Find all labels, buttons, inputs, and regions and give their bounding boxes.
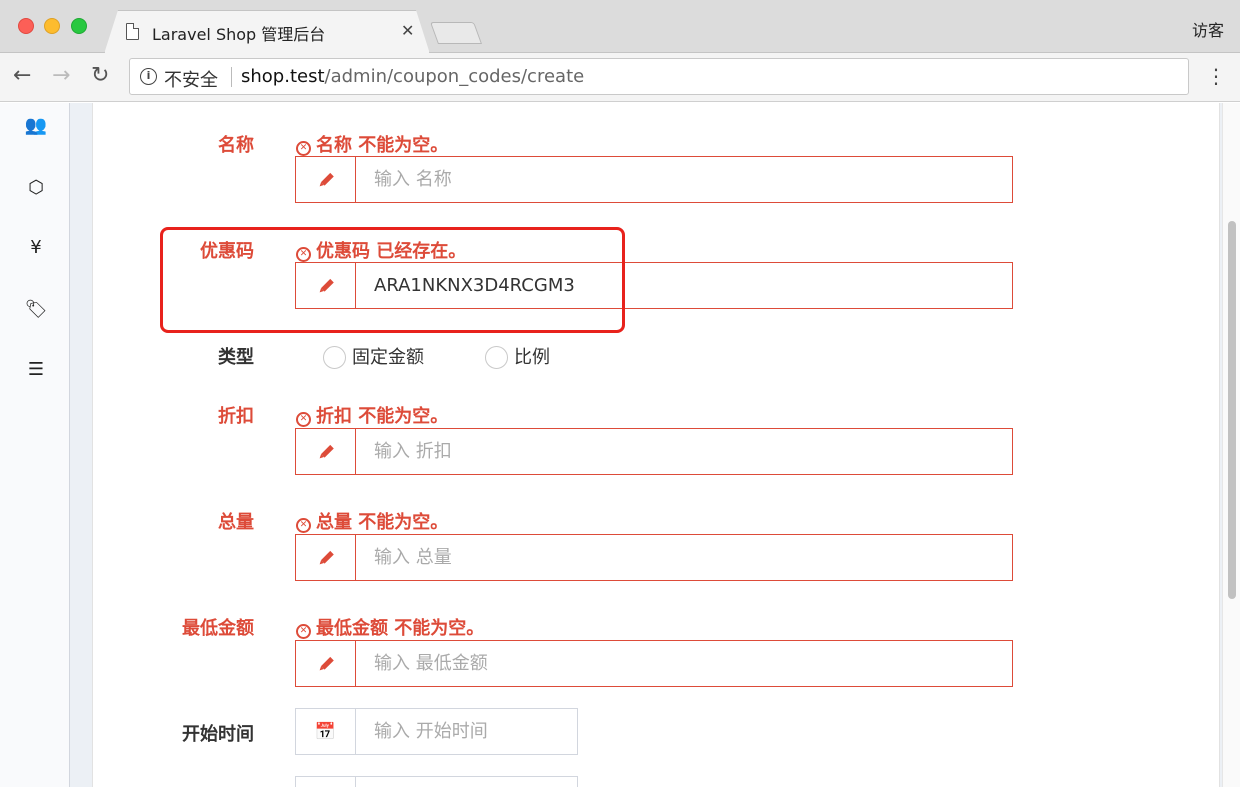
name-input[interactable]: 输入 名称 [355, 156, 1013, 203]
type-label: 类型 [218, 347, 254, 368]
pencil-icon [295, 640, 356, 687]
tab-bar: Laravel Shop 管理后台 ✕ 访客 [0, 0, 1240, 53]
error-icon: ✕ [296, 518, 311, 533]
error-icon: ✕ [296, 624, 311, 639]
security-label[interactable]: 不安全 [164, 66, 218, 92]
not-after-input-group [295, 776, 578, 787]
min-amount-input-group: 输入 最低金额 [295, 640, 1013, 687]
value-input[interactable]: 输入 折扣 [355, 428, 1013, 475]
total-input[interactable]: 输入 总量 [355, 534, 1013, 581]
type-option-fixed-label: 固定金额 [352, 347, 424, 368]
value-error-text: 折扣 不能为空。 [316, 406, 449, 427]
url-host: shop.test [241, 66, 325, 87]
type-option-percent[interactable]: 比例 [485, 343, 550, 369]
total-input-group: 输入 总量 [295, 534, 1013, 581]
highlight-box [160, 227, 625, 333]
name-error-text: 名称 不能为空。 [316, 135, 449, 156]
forward-icon[interactable]: → [52, 63, 70, 89]
name-input-group: 输入 名称 [295, 156, 1013, 203]
type-option-fixed[interactable]: 固定金额 [323, 343, 424, 369]
total-label: 总量 [218, 512, 254, 533]
minimize-window-button[interactable] [44, 18, 60, 34]
url-path: /admin/coupon_codes/create [324, 66, 585, 87]
scrollbar-thumb[interactable] [1228, 221, 1236, 599]
pencil-icon [295, 156, 356, 203]
profile-label[interactable]: 访客 [1192, 17, 1224, 41]
total-error: ✕ 总量 不能为空。 [296, 508, 448, 534]
browser-toolbar: ← → ↻ i 不安全 shop.test/admin/coupon_codes… [0, 53, 1240, 102]
sidebar: 👥 ⬡ ¥ 🏷 ☰ [0, 103, 70, 787]
error-icon: ✕ [296, 141, 311, 156]
browser-window: Laravel Shop 管理后台 ✕ 访客 ← → ↻ i 不安全 shop.… [0, 0, 1240, 787]
value-input-group: 输入 折扣 [295, 428, 1013, 475]
close-window-button[interactable] [18, 18, 34, 34]
pencil-icon [295, 428, 356, 475]
radio-fixed[interactable] [323, 346, 346, 369]
page-icon [126, 23, 139, 40]
scrollbar[interactable] [1222, 103, 1240, 787]
name-label: 名称 [218, 135, 254, 156]
divider [231, 67, 232, 87]
not-before-input[interactable]: 输入 开始时间 [355, 708, 578, 755]
address-bar[interactable]: i 不安全 shop.test/admin/coupon_codes/creat… [129, 58, 1189, 95]
tab-title: Laravel Shop 管理后台 [152, 25, 326, 44]
type-option-percent-label: 比例 [514, 347, 550, 368]
reload-icon[interactable]: ↻ [91, 63, 109, 89]
radio-percent[interactable] [485, 346, 508, 369]
min-amount-error-text: 最低金额 不能为空。 [316, 618, 485, 639]
value-error: ✕ 折扣 不能为空。 [296, 402, 448, 428]
browser-menu-icon[interactable]: ⋮ [1206, 65, 1226, 87]
back-icon[interactable]: ← [13, 63, 31, 89]
error-icon: ✕ [296, 412, 311, 427]
calendar-icon: 📅 [295, 708, 356, 755]
min-amount-label: 最低金额 [182, 618, 254, 639]
yen-icon[interactable]: ¥ [24, 237, 48, 261]
name-error: ✕ 名称 不能为空。 [296, 131, 448, 157]
url-text[interactable]: shop.test/admin/coupon_codes/create [241, 66, 584, 87]
users-icon[interactable]: 👥 [24, 115, 48, 139]
value-label: 折扣 [218, 406, 254, 427]
min-amount-error: ✕ 最低金额 不能为空。 [296, 614, 484, 640]
info-icon[interactable]: i [140, 68, 157, 85]
not-before-input-group: 📅 输入 开始时间 [295, 708, 578, 755]
page-content: 👥 ⬡ ¥ 🏷 ☰ 名称 ✕ 名称 不能为空。 输入 名称 优惠码 ✕ 优惠码 已经… [0, 103, 1240, 787]
calendar-icon [295, 776, 356, 787]
not-after-input[interactable] [355, 776, 578, 787]
maximize-window-button[interactable] [71, 18, 87, 34]
tags-icon[interactable]: 🏷 [24, 299, 48, 323]
min-amount-input[interactable]: 输入 最低金额 [355, 640, 1013, 687]
new-tab-button[interactable] [429, 22, 483, 44]
tasks-icon[interactable]: ☰ [24, 359, 48, 383]
total-error-text: 总量 不能为空。 [316, 512, 449, 533]
tab-close-icon[interactable]: ✕ [401, 21, 414, 40]
not-before-label: 开始时间 [182, 724, 254, 745]
pencil-icon [295, 534, 356, 581]
cubes-icon[interactable]: ⬡ [24, 177, 48, 201]
